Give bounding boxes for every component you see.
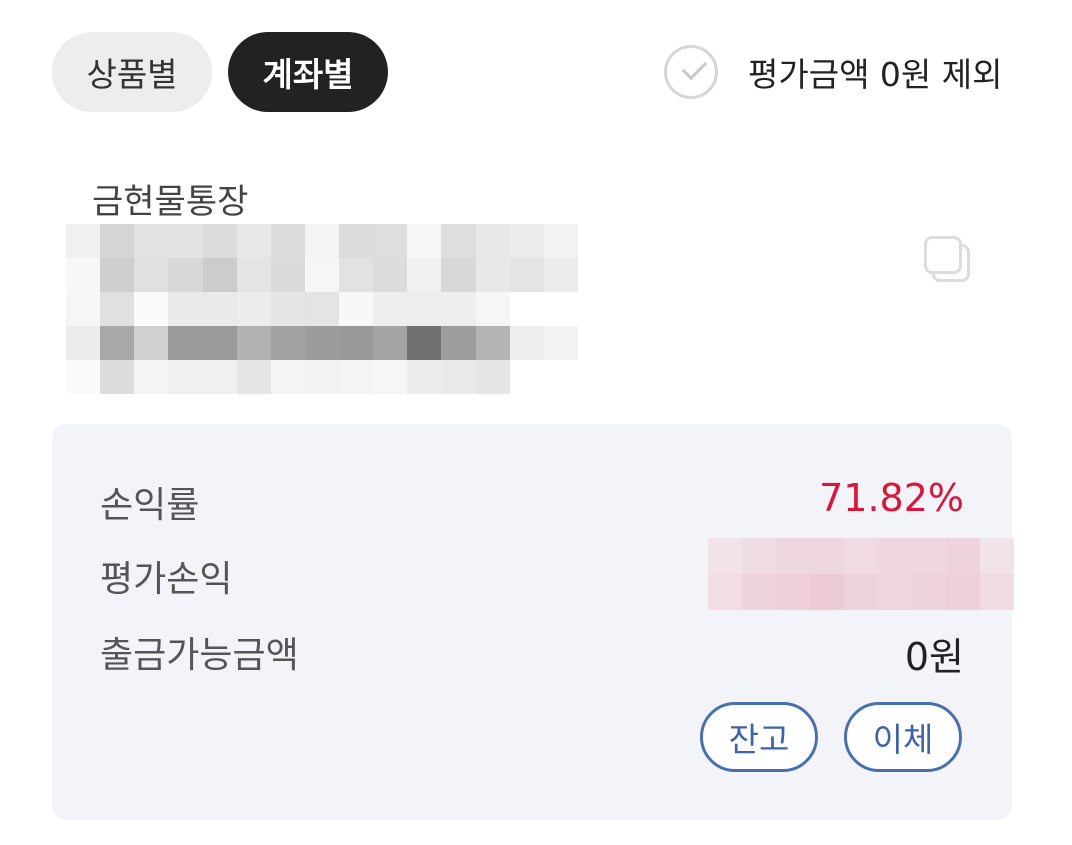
withdrawable-label: 출금가능금액 — [100, 635, 299, 676]
return-rate-value: 71.82% — [819, 476, 964, 520]
withdrawable-value: 0원 — [904, 635, 964, 679]
transfer-button-label: 이체 — [872, 720, 934, 759]
exclude-zero-toggle[interactable]: 평가금액 0원 제외 — [664, 42, 1003, 102]
check-circle-icon[interactable] — [664, 45, 718, 99]
masked-account-info — [66, 224, 578, 394]
summary-card: 손익률 71.82% 평가손익 출금가능금액 0원 잔고 이체 — [52, 424, 1014, 820]
tab-by-account[interactable]: 계좌별 — [228, 32, 388, 112]
eval-pl-label: 평가손익 — [100, 559, 233, 600]
copy-icon[interactable] — [922, 234, 974, 286]
tab-by-product[interactable]: 상품별 — [52, 32, 212, 112]
balance-button-label: 잔고 — [728, 720, 790, 759]
transfer-button[interactable]: 이체 — [844, 702, 962, 772]
balance-button[interactable]: 잔고 — [700, 702, 818, 772]
masked-eval-pl-value — [708, 538, 1014, 610]
return-rate-label: 손익률 — [100, 485, 200, 526]
tab-by-account-label: 계좌별 — [262, 55, 354, 94]
account-name: 금현물통장 — [92, 182, 249, 222]
tab-by-product-label: 상품별 — [86, 55, 178, 94]
exclude-zero-label: 평가금액 0원 제외 — [748, 55, 1003, 94]
